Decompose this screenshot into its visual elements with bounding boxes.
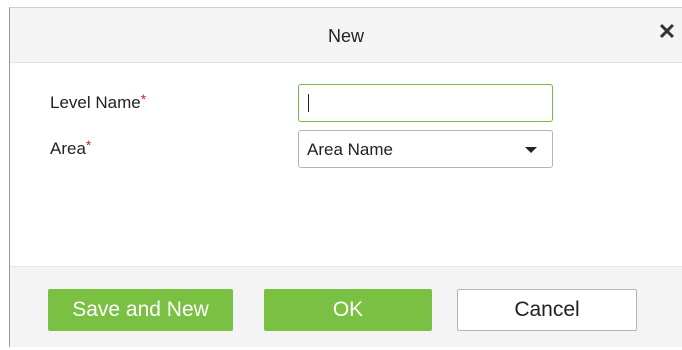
area-select[interactable]: Area Name <box>298 130 553 168</box>
area-label-text: Area <box>50 139 86 158</box>
save-and-new-button[interactable]: Save and New <box>48 289 233 331</box>
level-name-input[interactable] <box>298 84 553 122</box>
required-marker: * <box>140 91 147 107</box>
close-icon[interactable]: ✕ <box>656 20 678 44</box>
dialog-title: New <box>327 26 364 46</box>
ok-button[interactable]: OK <box>264 289 432 331</box>
level-name-label: Level Name* <box>50 91 147 113</box>
text-caret <box>308 94 309 112</box>
new-dialog: New ✕ Level Name* Area* Area Name Save a… <box>9 7 682 347</box>
area-select-value: Area Name <box>307 140 393 159</box>
dialog-title-bar: New ✕ <box>10 8 682 63</box>
required-marker: * <box>85 137 92 153</box>
cancel-button[interactable]: Cancel <box>457 289 637 331</box>
dialog-footer: Save and New OK Cancel <box>10 266 682 347</box>
area-label: Area* <box>50 137 92 159</box>
chevron-down-icon <box>525 147 537 153</box>
level-name-label-text: Level Name <box>50 93 141 112</box>
